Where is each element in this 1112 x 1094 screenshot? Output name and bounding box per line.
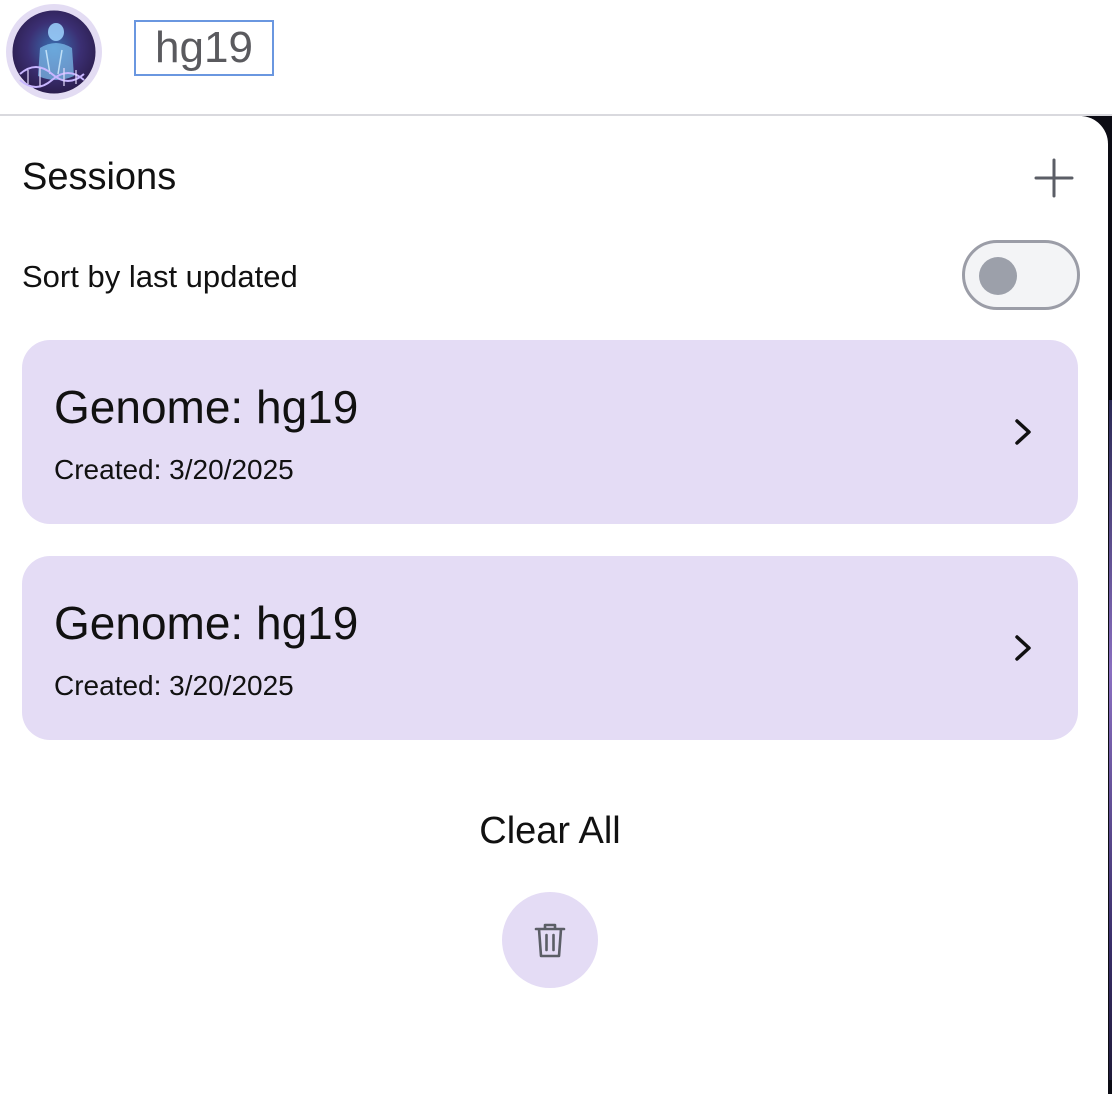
avatar-image [7,5,101,99]
plus-icon [1034,158,1074,198]
session-card[interactable]: Genome: hg19 Created: 3/20/2025 [22,556,1078,740]
top-bar: hg19 [0,0,1112,116]
toggle-knob [979,257,1017,295]
trash-icon [534,923,566,958]
app-window: hg19 Sessions Sort by last updated Genom… [0,0,1112,1094]
panel-title: Sessions [22,156,177,198]
avatar[interactable] [6,4,102,100]
session-title: Genome: hg19 [54,597,359,649]
sessions-panel: Sessions Sort by last updated Genome: hg… [0,116,1108,1094]
session-created-date: Created: 3/20/2025 [54,454,294,485]
session-created-date: Created: 3/20/2025 [54,670,294,701]
clear-all-button[interactable]: Clear All [0,810,1100,853]
add-session-button[interactable] [1030,154,1078,202]
session-card[interactable]: Genome: hg19 Created: 3/20/2025 [22,340,1078,524]
sort-label: Sort by last updated [22,259,298,294]
sort-toggle[interactable] [962,240,1080,310]
chevron-right-icon [1015,635,1031,661]
delete-all-button[interactable] [502,892,598,988]
genome-label[interactable]: hg19 [134,20,274,76]
session-title: Genome: hg19 [54,381,359,433]
chevron-right-icon [1015,419,1031,445]
